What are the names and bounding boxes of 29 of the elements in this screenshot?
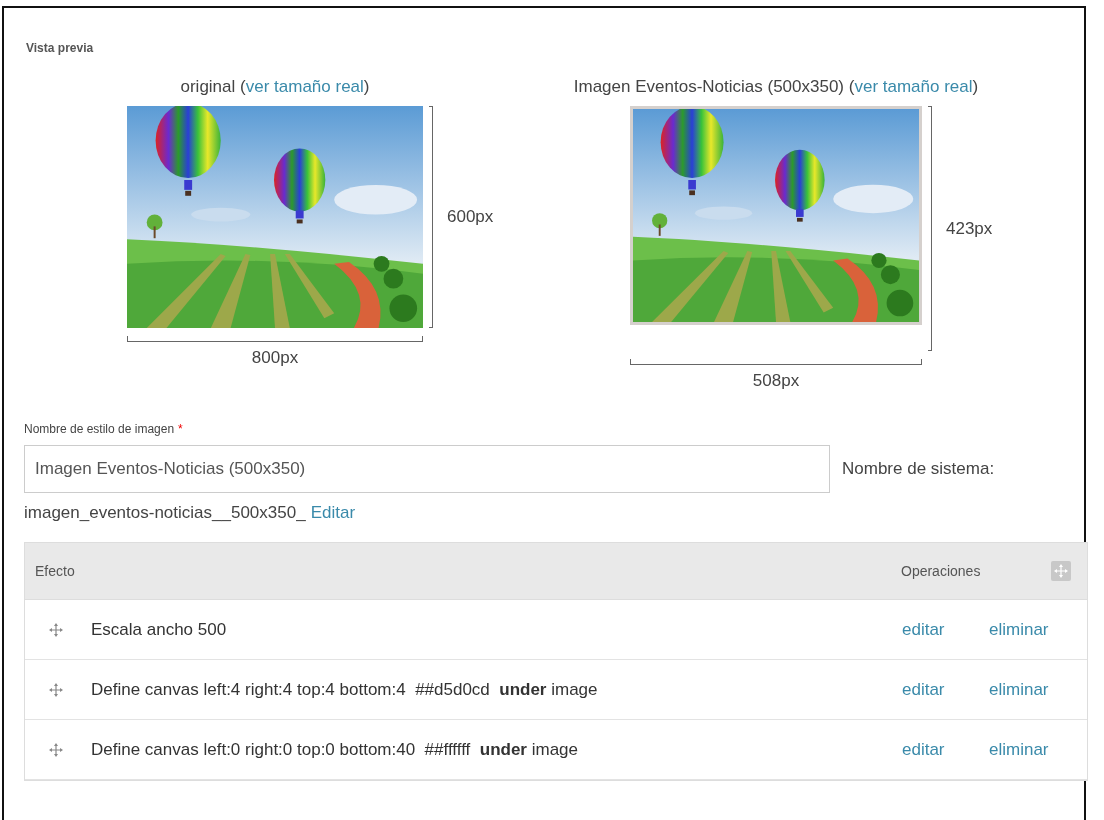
preview-caption: Imagen Eventos-Noticias (500x350) (ver tamaño real) (573, 76, 979, 98)
edit-link[interactable]: Editar (310, 503, 356, 523)
machine-name: imagen_eventos-noticias__500x350_ (24, 503, 306, 523)
preview-caption: original (ver tamaño real) (180, 76, 370, 98)
effect-text: Define canvas left:0 right:0 top:0 bottom:40 ##ffffff under image (91, 739, 579, 760)
drag-handle-icon[interactable] (48, 681, 64, 698)
view-full-size-link[interactable]: ver tamaño real (245, 77, 364, 96)
drag-handle-icon[interactable] (48, 741, 64, 758)
view-full-size-link[interactable]: ver tamaño real (854, 77, 973, 96)
column-header: Operaciones (901, 563, 982, 579)
drag-handle-icon[interactable] (48, 621, 64, 638)
required-mark: * (178, 422, 183, 436)
edit-link[interactable]: editar (902, 739, 945, 760)
width-label: 508px (752, 371, 800, 391)
delete-link[interactable]: eliminar (989, 739, 1049, 760)
style-name-field[interactable]: Imagen Eventos-Noticias (500x350) (24, 445, 830, 493)
section-title: Vista previa (26, 41, 94, 55)
height-label: 423px (946, 218, 993, 239)
system-name-label: Nombre de sistema: (842, 459, 995, 479)
column-header: Efecto (34, 563, 76, 579)
delete-link[interactable]: eliminar (989, 679, 1049, 700)
effect-text: Define canvas left:4 right:4 top:4 bottom:4 ##d5d0cd under image (91, 679, 599, 700)
field-label: Nombre de estilo de imagen (24, 422, 175, 436)
effect-text: Escala ancho 500 (91, 619, 228, 640)
height-label: 600px (447, 207, 494, 227)
edit-link[interactable]: editar (902, 679, 945, 700)
edit-link[interactable]: editar (902, 619, 945, 640)
width-label: 800px (251, 348, 299, 368)
delete-link[interactable]: eliminar (989, 619, 1049, 640)
